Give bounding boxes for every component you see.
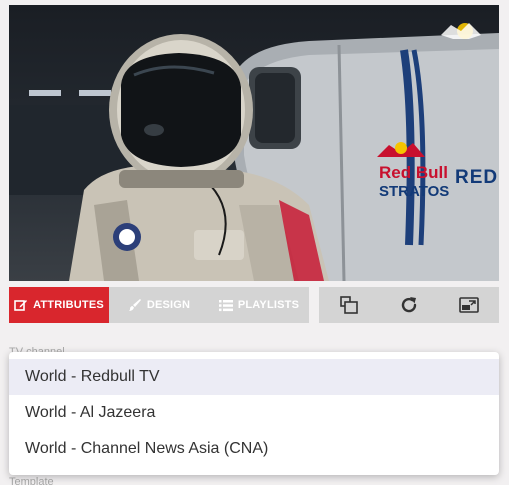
tab-attributes[interactable]: ATTRIBUTES	[9, 287, 109, 323]
edit-icon	[14, 300, 28, 311]
tab-design[interactable]: DESIGN	[109, 287, 209, 323]
picture-in-picture-icon	[459, 297, 479, 313]
dropdown-option-redbull[interactable]: World - Redbull TV	[9, 359, 499, 395]
stratos-brand-text: STRATOS	[379, 183, 450, 200]
redbull-brand-text: Red Bull	[379, 163, 448, 182]
tool-buttons	[319, 287, 499, 323]
brush-icon	[128, 299, 141, 311]
tab-attributes-label: ATTRIBUTES	[33, 299, 104, 311]
tab-playlists[interactable]: PLAYLISTS	[209, 287, 309, 323]
layers-button[interactable]	[331, 287, 367, 323]
refresh-button[interactable]	[391, 287, 427, 323]
tab-playlists-label: PLAYLISTS	[237, 299, 300, 311]
picture-in-picture-button[interactable]	[451, 287, 487, 323]
refresh-icon	[401, 297, 417, 313]
tab-design-label: DESIGN	[146, 299, 191, 311]
dropdown-option-al-jazeera[interactable]: World - Al Jazeera	[9, 395, 499, 431]
video-frame-image	[9, 33, 499, 281]
video-preview[interactable]: Red Bull STRATOS REDB	[9, 5, 499, 281]
side-brand-text: REDB	[455, 167, 499, 188]
redbull-logo-icon	[441, 23, 481, 39]
layers-icon	[340, 296, 358, 314]
panel-tabs: ATTRIBUTES DESIGN PLAYLISTS	[9, 287, 309, 323]
dropdown-option-cna[interactable]: World - Channel News Asia (CNA)	[9, 431, 499, 467]
template-label: Template	[9, 476, 54, 485]
list-icon	[218, 299, 233, 311]
tv-channel-dropdown[interactable]: World - Redbull TV World - Al Jazeera Wo…	[9, 352, 499, 475]
